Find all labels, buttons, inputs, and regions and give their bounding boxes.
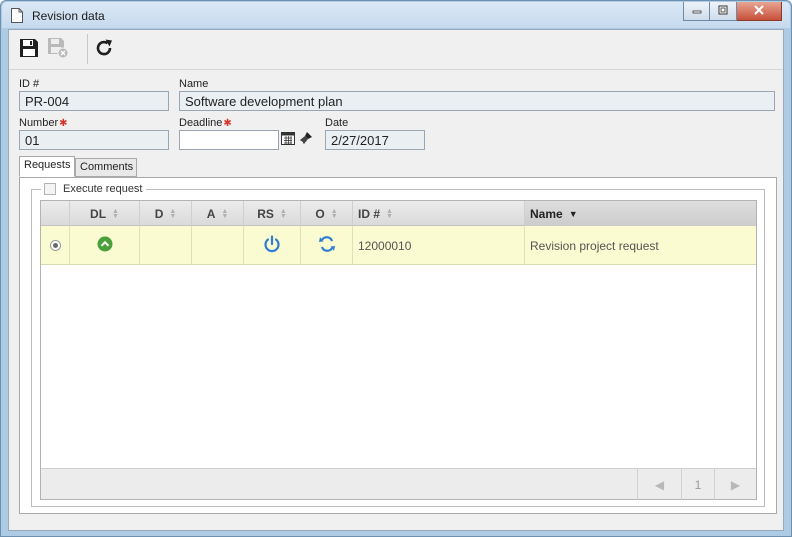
id-field[interactable]: PR-004 (19, 91, 169, 111)
next-page-icon: ▶ (730, 477, 741, 492)
tab-requests[interactable]: Requests (19, 156, 75, 177)
row-radio[interactable] (49, 240, 61, 251)
tab-comments-label: Comments (80, 161, 134, 173)
date-field[interactable]: 2/27/2017 (325, 130, 425, 150)
grid-header: DL ▲ ▼ D ▲ ▼ A ▲ ▼ RS ▲ ▼ O ▲ ▼ ID # ▲ ▼… (41, 201, 756, 226)
power-icon (263, 235, 281, 256)
window-title: Revision data (32, 9, 105, 23)
column-header-rs[interactable]: RS ▲ ▼ (244, 201, 301, 226)
column-header-d-label: D (154, 206, 164, 221)
title-bar: Revision data (2, 2, 790, 28)
column-header-a[interactable]: A ▲ ▼ (192, 201, 244, 226)
document-icon (11, 8, 23, 23)
execute-request-legend: Execute request (41, 183, 146, 195)
green-circle-chevron-up-icon (97, 236, 113, 255)
column-header-id[interactable]: ID # ▲ ▼ (353, 201, 525, 226)
close-icon (753, 4, 765, 18)
sort-icon: ▲ ▼ (330, 207, 338, 220)
row-o-cell (301, 226, 353, 265)
sort-icon: ▲ ▼ (221, 207, 229, 220)
restore-button[interactable] (710, 2, 737, 21)
column-header-id-label: ID # (358, 206, 381, 221)
minimize-icon (692, 4, 702, 18)
column-header-rs-label: RS (257, 206, 274, 221)
calendar-button[interactable] (280, 130, 296, 148)
column-header-o[interactable]: O ▲ ▼ (301, 201, 353, 226)
deadline-label-wrap: Deadline✱ (179, 117, 232, 129)
prev-page-button[interactable]: ◀ (637, 469, 681, 500)
column-header-dl-label: DL (90, 206, 107, 221)
sort-icon: ▲ ▼ (386, 207, 393, 220)
execute-request-group: Execute request DL ▲ ▼ D ▲ ▼ A ▲ ▼ RS ▲ … (31, 183, 765, 507)
required-asterisk-icon: ✱ (59, 118, 68, 129)
save-button[interactable] (17, 37, 41, 61)
sort-icon: ▲ ▼ (279, 207, 287, 220)
column-header-name-label: Name (530, 206, 563, 221)
prev-page-icon: ◀ (654, 477, 665, 492)
id-label: ID # (19, 78, 40, 90)
dialog-body: ID # PR-004 Name Software development pl… (8, 29, 784, 531)
window: Revision data ID # PR-004 Name Software … (0, 0, 792, 537)
tab-requests-label: Requests (24, 159, 71, 171)
column-header-name[interactable]: Name ▼ (525, 201, 756, 226)
row-d-cell (140, 226, 192, 265)
execute-request-checkbox[interactable] (44, 183, 56, 195)
row-dl-cell (70, 226, 140, 265)
row-select-cell[interactable] (41, 226, 70, 265)
name-label: Name (179, 78, 209, 90)
date-label: Date (325, 117, 349, 129)
deadline-label: Deadline (179, 117, 223, 129)
refresh-button[interactable] (92, 37, 116, 61)
required-asterisk-icon: ✱ (223, 118, 232, 129)
column-header-d[interactable]: D ▲ ▼ (140, 201, 192, 226)
window-controls (683, 2, 782, 21)
tab-comments[interactable]: Comments (75, 158, 137, 177)
requests-grid: DL ▲ ▼ D ▲ ▼ A ▲ ▼ RS ▲ ▼ O ▲ ▼ ID # ▲ ▼… (40, 200, 757, 500)
eraser-brush-icon (299, 131, 313, 148)
floppy-disk-icon (19, 38, 39, 61)
deadline-input[interactable] (179, 130, 279, 150)
row-a-cell (192, 226, 244, 265)
toolbar (9, 30, 783, 70)
refresh-icon (93, 37, 115, 62)
clear-date-button[interactable] (298, 130, 314, 148)
sync-icon (318, 235, 336, 256)
save-and-close-button[interactable] (46, 37, 70, 61)
row-id-cell: 12000010 (353, 226, 525, 265)
table-row[interactable]: 12000010 Revision project request (41, 226, 756, 265)
number-field[interactable]: 01 (19, 130, 169, 150)
toolbar-separator (87, 34, 88, 64)
column-header-o-label: O (315, 206, 325, 221)
number-label-wrap: Number✱ (19, 117, 68, 129)
column-header-dl[interactable]: DL ▲ ▼ (70, 201, 140, 226)
sort-icon: ▲ ▼ (169, 207, 177, 220)
column-header-select (41, 201, 70, 226)
page-number: 1 (681, 469, 714, 500)
row-name-cell: Revision project request (530, 238, 659, 253)
sort-descending-icon: ▼ (568, 208, 578, 219)
floppy-disk-close-icon (47, 37, 69, 62)
minimize-button[interactable] (683, 2, 710, 21)
calendar-icon (281, 131, 295, 148)
name-field[interactable]: Software development plan (179, 91, 775, 111)
close-button[interactable] (737, 2, 782, 21)
number-label: Number (19, 117, 59, 129)
column-header-a-label: A (206, 206, 216, 221)
restore-icon (718, 4, 728, 18)
row-rs-cell (244, 226, 301, 265)
sort-icon: ▲ ▼ (112, 207, 119, 220)
next-page-button[interactable]: ▶ (714, 469, 756, 500)
grid-pager: ◀ 1 ▶ (41, 468, 756, 500)
execute-request-label: Execute request (63, 183, 143, 195)
requests-panel: Execute request DL ▲ ▼ D ▲ ▼ A ▲ ▼ RS ▲ … (19, 177, 777, 514)
